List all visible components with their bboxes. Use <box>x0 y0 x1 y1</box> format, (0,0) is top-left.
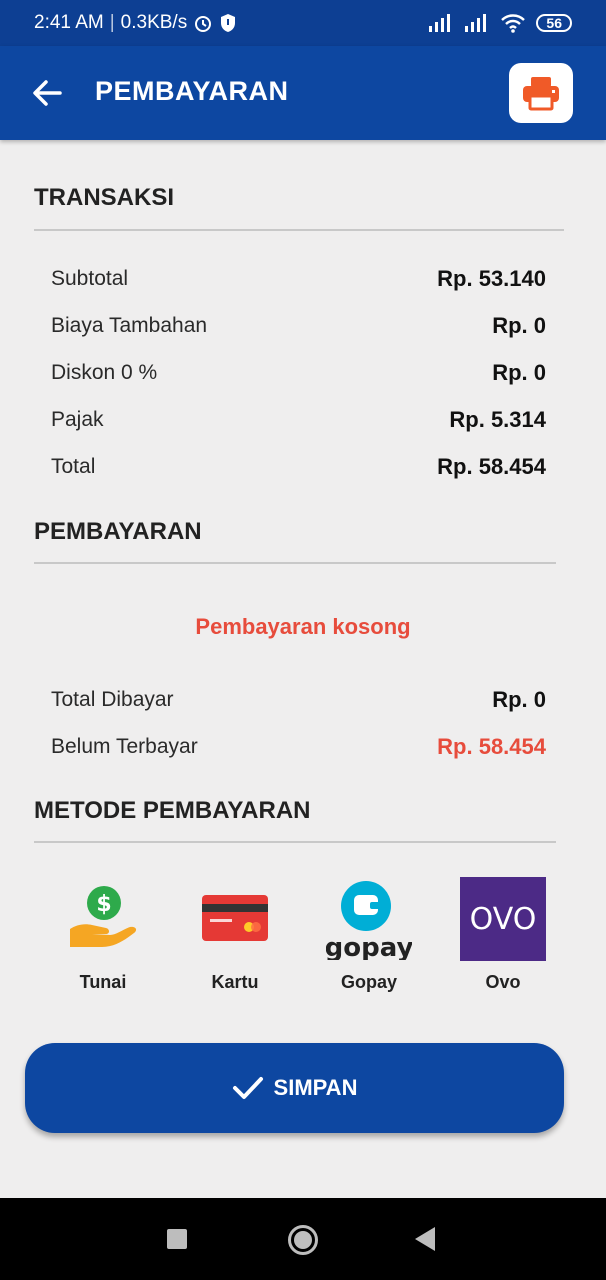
payment-methods: $ Tunai Kartu gopay Gopay OVO Ovo <box>0 872 606 1002</box>
back-triangle-icon[interactable] <box>415 1227 435 1251</box>
system-nav-bar <box>0 1198 606 1280</box>
status-bar: 2:41 AM | 0.3KB/s 56 <box>0 0 606 46</box>
row-total-dibayar: Total Dibayar Rp. 0 <box>51 685 546 715</box>
ovo-logo-text: OVO <box>470 902 537 937</box>
status-time: 2:41 AM <box>34 12 104 33</box>
row-value: Rp. 53.140 <box>437 266 546 291</box>
row-label: Total <box>51 455 96 478</box>
battery-indicator: 56 <box>536 14 572 32</box>
row-subtotal: Subtotal Rp. 53.140 <box>51 264 546 294</box>
divider <box>34 229 564 231</box>
back-arrow-icon[interactable] <box>30 76 64 110</box>
alarm-icon <box>195 16 212 32</box>
section-title-metode: METODE PEMBAYARAN <box>34 797 311 824</box>
save-button[interactable]: SIMPAN <box>25 1043 564 1133</box>
method-label: Kartu <box>211 972 259 992</box>
row-value: Rp. 58.454 <box>437 454 546 479</box>
cash-hand-icon: $ <box>68 872 138 964</box>
row-label: Pajak <box>51 408 104 431</box>
signal-icon <box>429 14 451 32</box>
status-divider: | <box>109 12 115 33</box>
method-gopay[interactable]: gopay Gopay <box>314 872 424 993</box>
method-label: Ovo <box>485 972 521 992</box>
gopay-logo-text: gopay <box>326 933 412 960</box>
method-label: Gopay <box>340 972 397 992</box>
signal-icon-2 <box>465 14 487 32</box>
svg-text:$: $ <box>96 892 111 917</box>
credit-card-icon <box>202 872 268 964</box>
recent-apps-icon[interactable] <box>167 1229 187 1249</box>
app-bar: PEMBAYARAN <box>0 46 606 140</box>
row-value: Rp. 0 <box>492 313 546 338</box>
row-total: Total Rp. 58.454 <box>51 452 546 482</box>
home-icon[interactable] <box>288 1225 318 1255</box>
row-label: Subtotal <box>51 267 129 290</box>
row-diskon: Diskon 0 % Rp. 0 <box>51 358 546 388</box>
gopay-logo: gopay <box>326 872 412 964</box>
method-ovo[interactable]: OVO Ovo <box>448 872 558 993</box>
divider <box>34 562 556 564</box>
row-biaya-tambahan: Biaya Tambahan Rp. 0 <box>51 311 546 341</box>
row-value: Rp. 5.314 <box>449 407 546 432</box>
row-belum-terbayar: Belum Terbayar Rp. 58.454 <box>51 732 546 762</box>
section-title-transaksi: TRANSAKSI <box>34 184 175 211</box>
shield-icon <box>221 14 236 32</box>
check-icon <box>232 1077 263 1099</box>
row-value: Rp. 0 <box>492 687 546 712</box>
status-network-speed: 0.3KB/s <box>120 12 188 33</box>
print-button[interactable] <box>509 63 573 123</box>
row-value-unpaid: Rp. 58.454 <box>437 734 546 759</box>
row-label: Diskon 0 % <box>51 361 158 384</box>
method-tunai[interactable]: $ Tunai <box>48 872 158 993</box>
row-label: Total Dibayar <box>51 688 174 711</box>
page-title: PEMBAYARAN <box>95 76 289 106</box>
row-value: Rp. 0 <box>492 360 546 385</box>
divider <box>34 841 556 843</box>
row-pajak: Pajak Rp. 5.314 <box>51 405 546 435</box>
save-button-label: SIMPAN <box>273 1075 358 1100</box>
wifi-icon <box>501 14 526 33</box>
method-kartu[interactable]: Kartu <box>180 872 290 993</box>
ovo-logo: OVO <box>460 872 546 964</box>
row-label: Belum Terbayar <box>51 735 198 758</box>
method-label: Tunai <box>79 972 127 992</box>
row-label: Biaya Tambahan <box>51 314 208 337</box>
section-title-pembayaran: PEMBAYARAN <box>34 518 202 545</box>
empty-payment-message: Pembayaran kosong <box>195 614 411 639</box>
printer-icon <box>523 77 559 111</box>
